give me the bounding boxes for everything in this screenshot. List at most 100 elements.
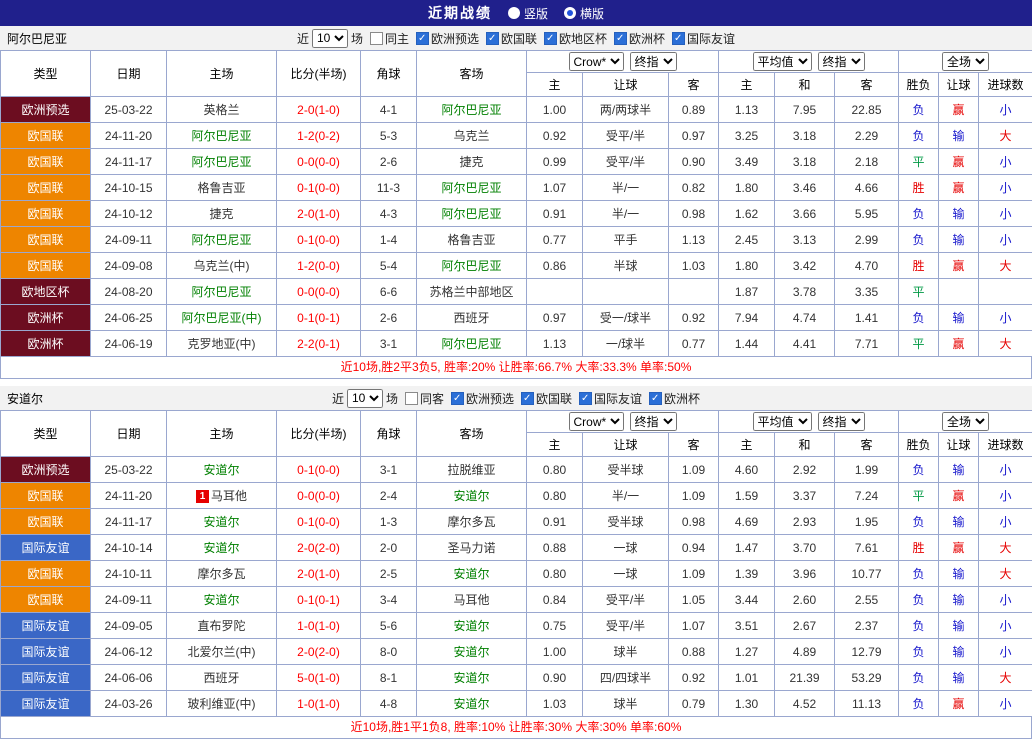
league-checkbox[interactable] [416, 32, 429, 45]
home-team-link[interactable]: 阿尔巴尼亚 [191, 233, 251, 247]
same-side-checkbox[interactable] [370, 32, 383, 45]
home-team-link[interactable]: 直布罗陀 [197, 619, 245, 633]
away-team-link[interactable]: 安道尔 [453, 619, 489, 633]
same-side-label[interactable]: 同主 [385, 30, 409, 47]
home-team-link[interactable]: 英格兰 [203, 103, 239, 117]
away-team-link[interactable]: 安道尔 [453, 671, 489, 685]
away-team-link[interactable]: 乌克兰 [453, 129, 489, 143]
away-team-link[interactable]: 捷克 [459, 155, 483, 169]
avg-home-cell: 4.60 [719, 457, 775, 483]
score-cell[interactable]: 1-2(0-2) [277, 123, 361, 149]
home-team-link[interactable]: 安道尔 [203, 515, 239, 529]
league-checkbox[interactable] [579, 392, 592, 405]
away-team-link[interactable]: 摩尔多瓦 [447, 515, 495, 529]
league-label[interactable]: 欧国联 [501, 30, 537, 47]
league-checkbox[interactable] [544, 32, 557, 45]
match-count-select[interactable]: 10 [312, 29, 348, 48]
scope-select[interactable]: 全场 [942, 412, 989, 431]
score-cell[interactable]: 0-1(0-0) [277, 509, 361, 535]
avg-stage-select[interactable]: 终指 [818, 412, 865, 431]
score-cell[interactable]: 2-0(1-0) [277, 201, 361, 227]
league-checkbox[interactable] [649, 392, 662, 405]
league-label[interactable]: 欧地区杯 [559, 30, 607, 47]
score-cell[interactable]: 0-1(0-0) [277, 457, 361, 483]
home-team-link[interactable]: 西班牙 [203, 671, 239, 685]
home-team-link[interactable]: 阿尔巴尼亚 [191, 155, 251, 169]
score-cell[interactable]: 0-0(0-0) [277, 483, 361, 509]
league-checkbox[interactable] [672, 32, 685, 45]
odds-source-select[interactable]: Crow* [569, 412, 624, 431]
score-cell[interactable]: 0-1(0-1) [277, 305, 361, 331]
same-side-checkbox[interactable] [405, 392, 418, 405]
away-team-link[interactable]: 安道尔 [453, 697, 489, 711]
score-cell[interactable]: 0-1(0-1) [277, 587, 361, 613]
avg-away-cell: 5.95 [835, 201, 899, 227]
home-team-link[interactable]: 玻利维亚(中) [188, 697, 256, 711]
odds-stage-select[interactable]: 终指 [630, 52, 677, 71]
scope-select[interactable]: 全场 [942, 52, 989, 71]
league-checkbox[interactable] [451, 392, 464, 405]
score-cell[interactable]: 0-0(0-0) [277, 279, 361, 305]
home-team-link[interactable]: 阿尔巴尼亚 [191, 285, 251, 299]
away-team-link[interactable]: 格鲁吉亚 [447, 233, 495, 247]
score-cell[interactable]: 1-2(0-0) [277, 253, 361, 279]
league-label[interactable]: 国际友谊 [594, 390, 642, 407]
home-team-link[interactable]: 北爱尔兰(中) [188, 645, 256, 659]
score-cell[interactable]: 2-2(0-1) [277, 331, 361, 357]
league-checkbox[interactable] [486, 32, 499, 45]
away-team-link[interactable]: 圣马力诺 [447, 541, 495, 555]
league-checkbox[interactable] [614, 32, 627, 45]
avg-stage-select[interactable]: 终指 [818, 52, 865, 71]
league-checkbox[interactable] [521, 392, 534, 405]
score-cell[interactable]: 0-1(0-0) [277, 227, 361, 253]
home-team-link[interactable]: 摩尔多瓦 [197, 567, 245, 581]
away-team-link[interactable]: 安道尔 [453, 567, 489, 581]
home-team-link[interactable]: 阿尔巴尼亚(中) [182, 311, 262, 325]
away-team-link[interactable]: 阿尔巴尼亚 [441, 207, 501, 221]
league-label[interactable]: 国际友谊 [687, 30, 735, 47]
layout-vertical-option[interactable]: 竖版 [508, 5, 548, 22]
same-side-label[interactable]: 同客 [420, 390, 444, 407]
away-team-link[interactable]: 阿尔巴尼亚 [441, 337, 501, 351]
away-team-link[interactable]: 阿尔巴尼亚 [441, 103, 501, 117]
league-label[interactable]: 欧洲预选 [431, 30, 479, 47]
away-team-link[interactable]: 阿尔巴尼亚 [441, 181, 501, 195]
score-cell[interactable]: 0-0(0-0) [277, 149, 361, 175]
home-team-link[interactable]: 捷克 [209, 207, 233, 221]
away-team-link[interactable]: 马耳他 [453, 593, 489, 607]
avg-source-select[interactable]: 平均值 [753, 52, 812, 71]
layout-horizontal-option[interactable]: 横版 [564, 5, 604, 22]
home-team-link[interactable]: 格鲁吉亚 [197, 181, 245, 195]
away-team-link[interactable]: 安道尔 [453, 645, 489, 659]
home-team-link[interactable]: 安道尔 [203, 593, 239, 607]
score-cell[interactable]: 1-0(1-0) [277, 613, 361, 639]
score-cell[interactable]: 2-0(1-0) [277, 97, 361, 123]
avg-source-select[interactable]: 平均值 [753, 412, 812, 431]
away-team-link[interactable]: 拉脱维亚 [447, 463, 495, 477]
league-label[interactable]: 欧洲杯 [629, 30, 665, 47]
score-cell[interactable]: 2-0(1-0) [277, 561, 361, 587]
score-cell[interactable]: 1-0(1-0) [277, 691, 361, 717]
radio-horizontal-icon[interactable] [564, 7, 576, 19]
match-count-select[interactable]: 10 [347, 389, 383, 408]
score-cell[interactable]: 5-0(1-0) [277, 665, 361, 691]
home-team-link[interactable]: 阿尔巴尼亚 [191, 129, 251, 143]
league-label[interactable]: 欧国联 [536, 390, 572, 407]
home-team-link[interactable]: 乌克兰(中) [194, 259, 250, 273]
score-cell[interactable]: 2-0(2-0) [277, 639, 361, 665]
odds-source-select[interactable]: Crow* [569, 52, 624, 71]
radio-vertical-icon[interactable] [508, 7, 520, 19]
score-cell[interactable]: 2-0(2-0) [277, 535, 361, 561]
home-team-link[interactable]: 安道尔 [203, 541, 239, 555]
home-team-link[interactable]: 马耳他 [211, 489, 247, 503]
home-team-link[interactable]: 安道尔 [203, 463, 239, 477]
score-cell[interactable]: 0-1(0-0) [277, 175, 361, 201]
away-team-link[interactable]: 安道尔 [453, 489, 489, 503]
league-label[interactable]: 欧洲预选 [466, 390, 514, 407]
home-team-link[interactable]: 克罗地亚(中) [188, 337, 256, 351]
odds-stage-select[interactable]: 终指 [630, 412, 677, 431]
away-team-link[interactable]: 苏格兰中部地区 [429, 285, 513, 299]
away-team-link[interactable]: 阿尔巴尼亚 [441, 259, 501, 273]
away-team-link[interactable]: 西班牙 [453, 311, 489, 325]
league-label[interactable]: 欧洲杯 [664, 390, 700, 407]
